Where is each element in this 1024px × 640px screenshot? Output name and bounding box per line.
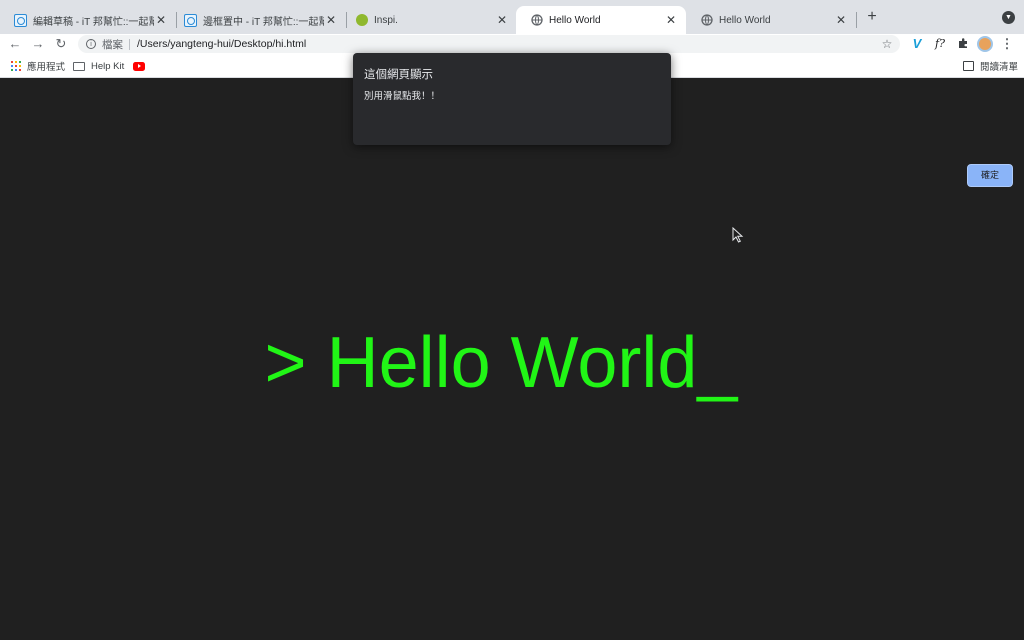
- dialog-title: 這個網頁顯示: [364, 69, 433, 81]
- vimeo-extension-icon[interactable]: V: [908, 34, 926, 54]
- back-arrow-icon[interactable]: ←: [6, 34, 24, 54]
- info-icon[interactable]: i: [86, 39, 96, 49]
- address-bar[interactable]: i 檔案 /Users/yangteng-hui/Desktop/hi.html…: [78, 35, 900, 53]
- apps-grid-icon: [11, 61, 21, 71]
- close-icon[interactable]: ✕: [495, 13, 509, 27]
- toolbar: ← → ↻ i 檔案 /Users/yangteng-hui/Desktop/h…: [0, 34, 1024, 54]
- reload-icon[interactable]: ↻: [52, 34, 70, 54]
- tab-1[interactable]: 邊框置中 - iT 邦幫忙::一起幫忙解 ✕: [170, 6, 346, 34]
- puzzle-extensions-icon[interactable]: [954, 34, 972, 54]
- reading-list[interactable]: 閱讀清單: [963, 54, 1018, 78]
- folder-icon: [73, 61, 85, 71]
- tab-search-chevron-icon[interactable]: ▼: [1002, 11, 1015, 24]
- bookmark-label: 應用程式: [27, 62, 66, 73]
- divider: [129, 38, 130, 50]
- globe-icon: [530, 14, 543, 27]
- dialog-message: 別用滑鼠點我！！: [364, 91, 441, 102]
- reading-list-icon: [963, 61, 974, 71]
- new-tab-plus-icon[interactable]: +: [864, 9, 880, 25]
- alert-dialog: 這個網頁顯示 別用滑鼠點我！！ 確定: [353, 53, 1013, 187]
- close-icon[interactable]: ✕: [834, 13, 848, 27]
- inspi-icon: [355, 14, 368, 27]
- bookmark-youtube[interactable]: [133, 54, 145, 78]
- bookmark-apps[interactable]: 應用程式: [11, 54, 65, 78]
- close-icon[interactable]: ✕: [154, 13, 168, 27]
- tab-2[interactable]: Inspi. ✕: [341, 6, 517, 34]
- tab-separator: [856, 12, 857, 28]
- mouse-cursor-icon: [732, 227, 744, 243]
- tab-title: Inspi.: [374, 14, 398, 26]
- menu-dots-icon[interactable]: ⋮: [1000, 34, 1014, 54]
- tab-title: Hello World: [549, 14, 601, 26]
- ok-button[interactable]: 確定: [967, 164, 1013, 187]
- tab-4[interactable]: Hello World ✕: [686, 6, 856, 34]
- close-icon[interactable]: ✕: [324, 13, 338, 27]
- tab-title: Hello World: [719, 14, 771, 26]
- globe-icon: [700, 14, 713, 27]
- tab-title: 編輯草稿 - iT 邦幫忙::一起幫忙解: [33, 16, 154, 28]
- hello-world-headline: > Hello World_: [264, 323, 738, 403]
- tab-strip: 編輯草稿 - iT 邦幫忙::一起幫忙解 ✕ 邊框置中 - iT 邦幫忙::一起…: [0, 0, 1024, 34]
- bookmark-label: Help Kit: [91, 60, 125, 72]
- bookmark-star-icon[interactable]: ☆: [879, 37, 895, 51]
- youtube-icon: [133, 61, 145, 71]
- ithome-icon: [14, 13, 27, 27]
- address-url[interactable]: /Users/yangteng-hui/Desktop/hi.html: [137, 38, 879, 50]
- bookmark-help-kit[interactable]: Help Kit: [73, 54, 124, 78]
- page-viewport: > Hello World_: [0, 79, 1024, 640]
- tab-0[interactable]: 編輯草稿 - iT 邦幫忙::一起幫忙解 ✕: [0, 6, 176, 34]
- tab-title: 邊框置中 - iT 邦幫忙::一起幫忙解: [203, 16, 324, 28]
- close-icon[interactable]: ✕: [664, 13, 678, 27]
- tab-3-active[interactable]: Hello World ✕: [516, 6, 686, 34]
- reading-list-label: 閱讀清單: [980, 62, 1019, 73]
- address-scheme-label: 檔案: [102, 38, 123, 51]
- forward-arrow-icon[interactable]: →: [29, 34, 47, 54]
- fx-extension-icon[interactable]: f?: [931, 34, 949, 54]
- ithome-icon: [184, 13, 197, 27]
- profile-avatar[interactable]: [977, 36, 993, 52]
